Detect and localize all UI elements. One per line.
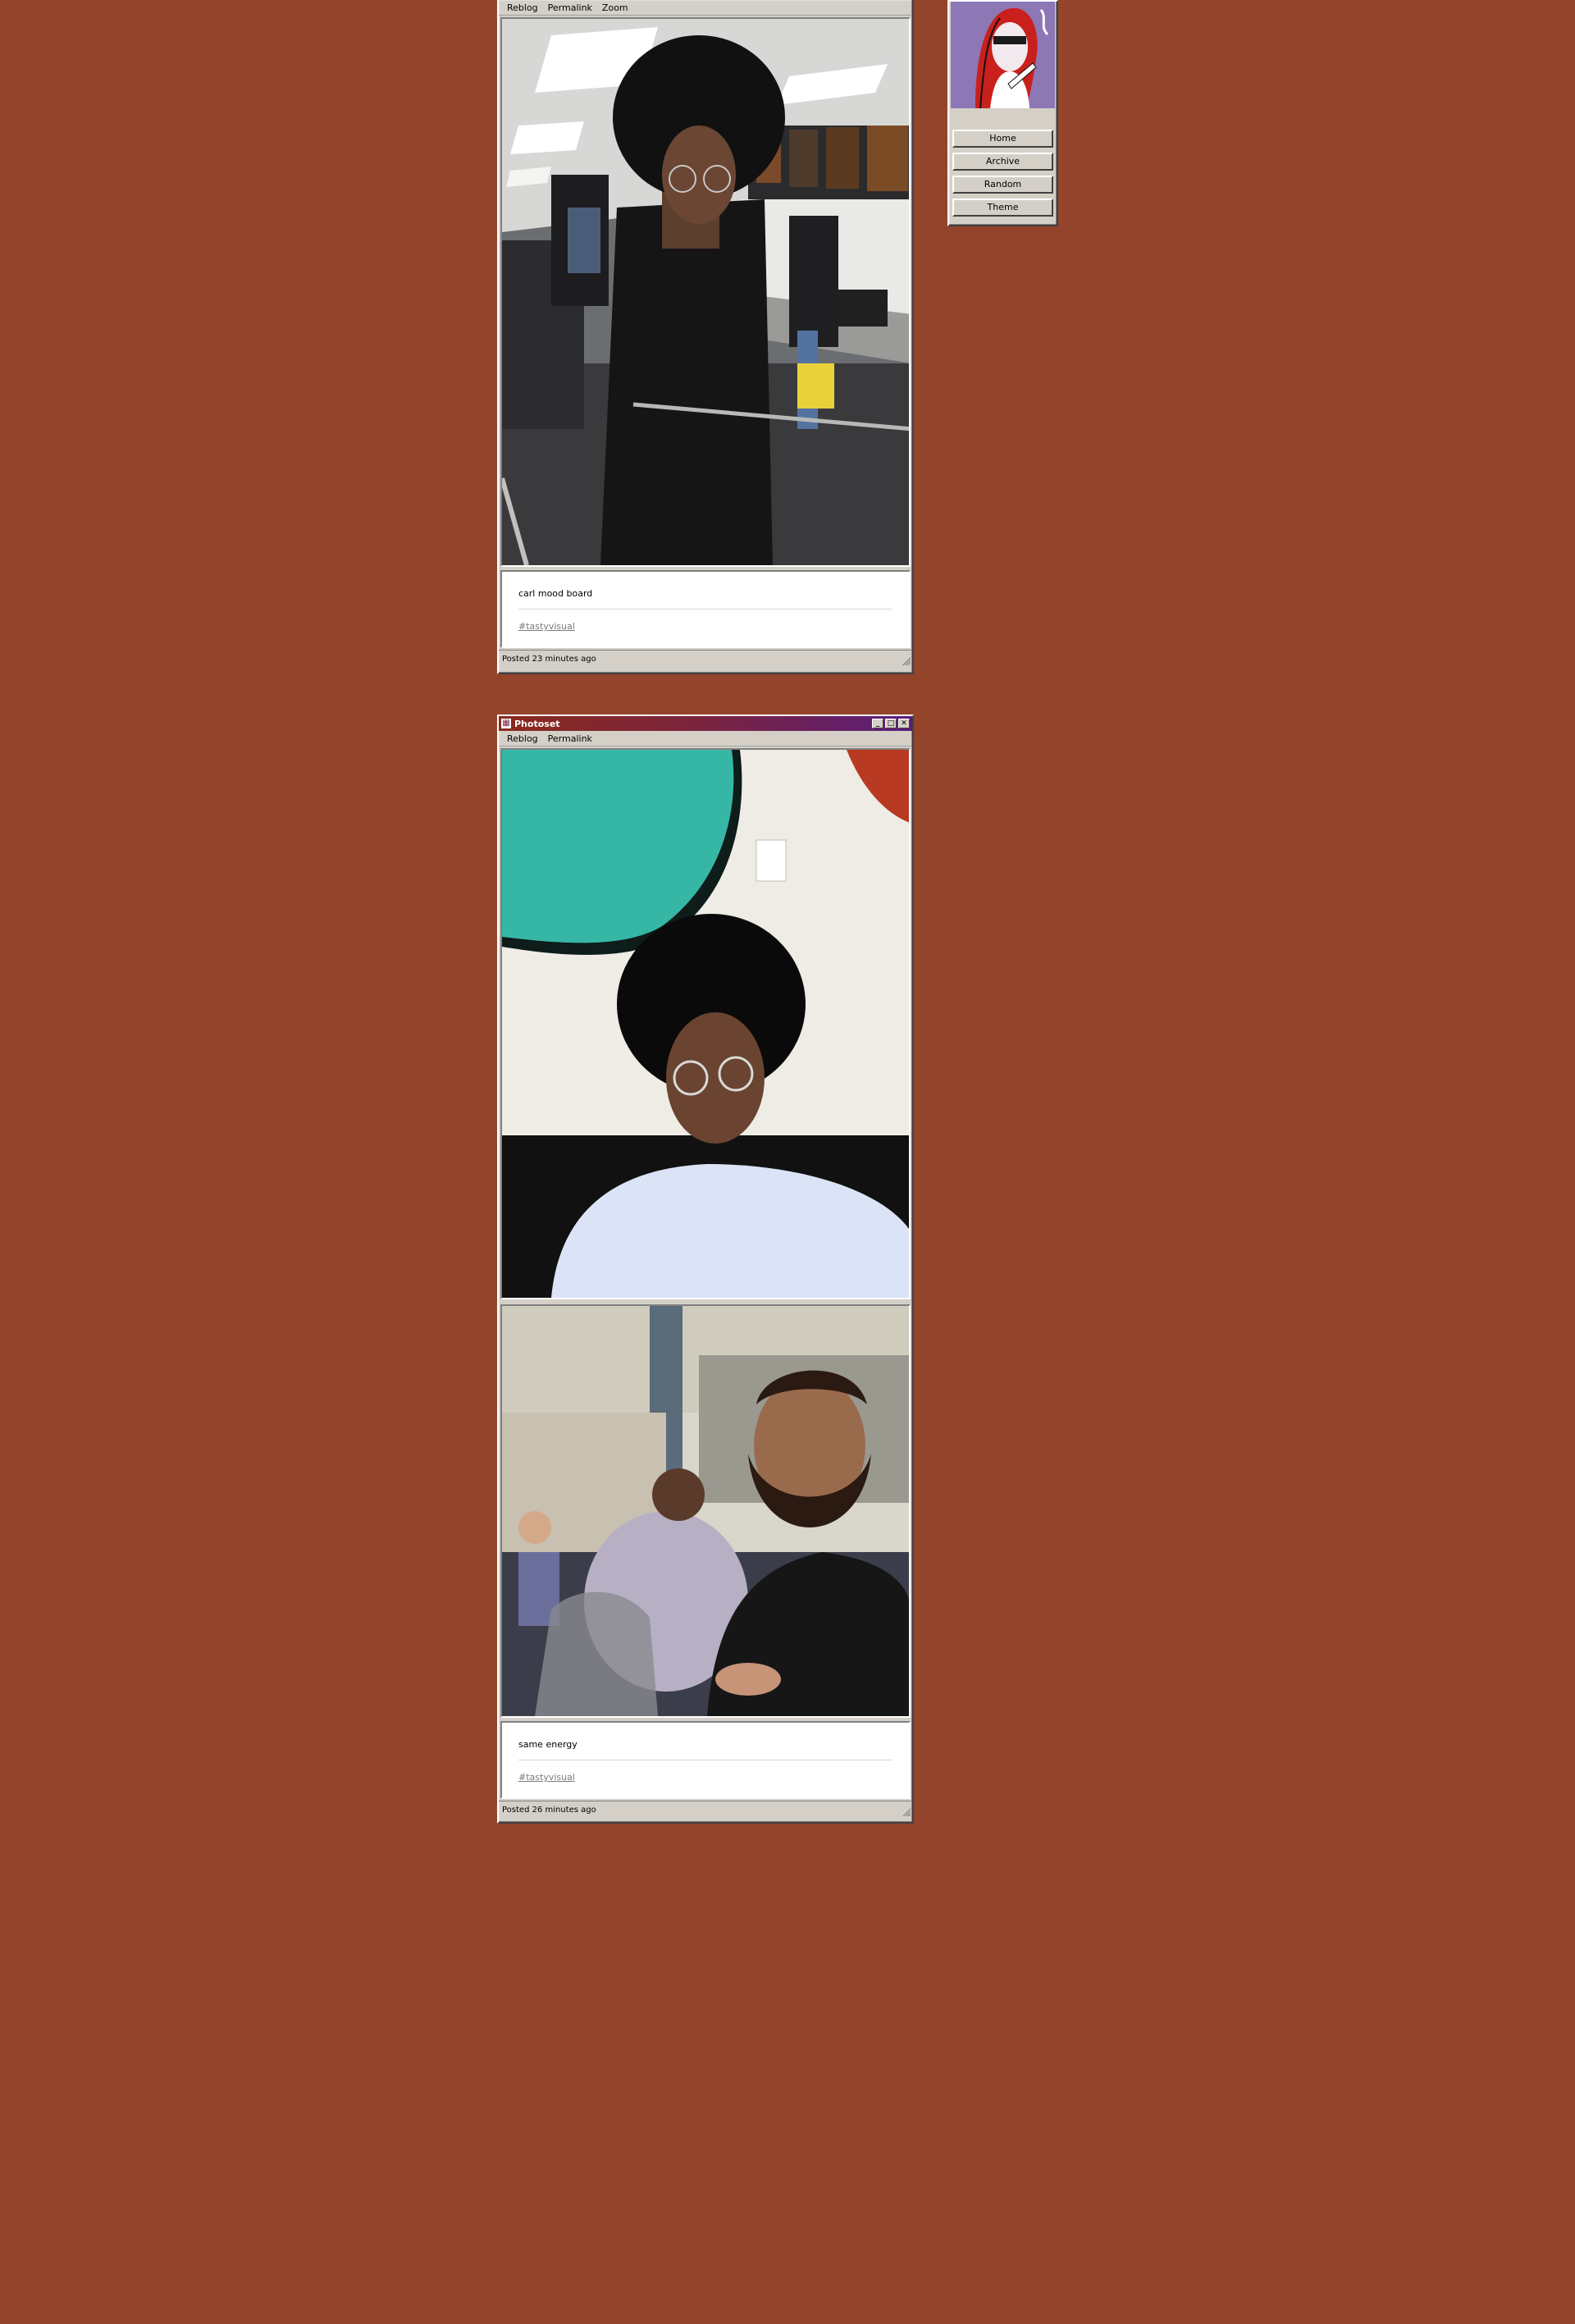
post-menubar: Reblog Permalink Zoom [499, 0, 912, 16]
nav-archive-button[interactable]: Archive [952, 153, 1053, 171]
photo-bearded-man [502, 1306, 909, 1716]
permalink-link[interactable]: Permalink [543, 2, 597, 13]
caption-text: carl mood board [518, 588, 892, 610]
photoset-photo-2[interactable] [500, 1304, 911, 1718]
post-window-2: ▦ Photoset _ □ ✕ Reblog Permalink same e… [497, 715, 914, 1824]
photo-fast-food-queue [502, 19, 909, 565]
post-caption: same energy #tastyvisual [500, 1721, 911, 1799]
tag-link[interactable]: #tastyvisual [518, 1772, 575, 1783]
nav-random-button[interactable]: Random [952, 176, 1053, 194]
post-statusbar: Posted 26 minutes ago [499, 1801, 912, 1818]
nav-home-button[interactable]: Home [952, 130, 1053, 148]
post-photo[interactable] [500, 17, 911, 567]
tag-link[interactable]: #tastyvisual [518, 621, 575, 632]
minimize-icon[interactable]: _ [872, 719, 883, 728]
avatar [951, 2, 1055, 108]
posted-time: Posted 26 minutes ago [502, 1805, 596, 1815]
post-menubar: Reblog Permalink [499, 731, 912, 747]
avatar-illustration [951, 2, 1055, 108]
window-titlebar[interactable]: ▦ Photoset _ □ ✕ [499, 716, 912, 731]
window-app-icon: ▦ [501, 719, 511, 728]
post-caption: carl mood board #tastyvisual [500, 570, 911, 648]
sidebar-window: Home Archive Random Theme [947, 0, 1058, 226]
photo-man-glasses [502, 750, 909, 1298]
maximize-icon[interactable]: □ [885, 719, 897, 728]
reblog-link[interactable]: Reblog [502, 733, 543, 744]
close-icon[interactable]: ✕ [898, 719, 910, 728]
caption-text: same energy [518, 1739, 892, 1760]
permalink-link[interactable]: Permalink [543, 733, 597, 744]
reblog-link[interactable]: Reblog [502, 2, 543, 13]
resize-grip-icon[interactable] [902, 1808, 911, 1816]
posted-time: Posted 23 minutes ago [502, 654, 596, 664]
post-window-1: Reblog Permalink Zoom carl mood board #t… [497, 0, 914, 674]
nav-theme-button[interactable]: Theme [952, 199, 1053, 217]
resize-grip-icon[interactable] [902, 657, 911, 665]
post-statusbar: Posted 23 minutes ago [499, 650, 912, 667]
photoset-photo-1[interactable] [500, 748, 911, 1299]
window-title: Photoset [514, 718, 560, 729]
zoom-link[interactable]: Zoom [597, 2, 633, 13]
